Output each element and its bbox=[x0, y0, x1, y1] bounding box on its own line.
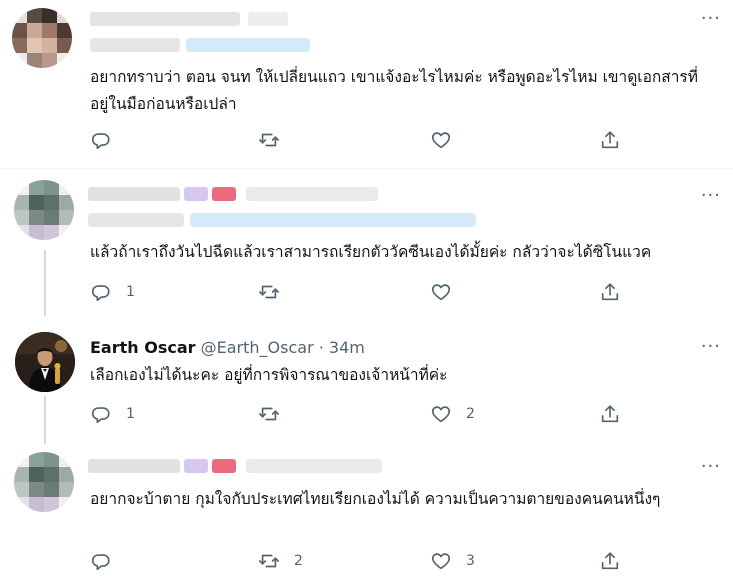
separator-dot: · bbox=[318, 338, 324, 357]
retweet-count: 2 bbox=[294, 553, 303, 569]
tweet-actions: 1 bbox=[90, 280, 630, 304]
blurred-emoji bbox=[212, 187, 236, 201]
reply-count: 1 bbox=[126, 284, 135, 300]
reply-button[interactable] bbox=[90, 128, 126, 152]
blurred-username bbox=[88, 187, 180, 201]
like-icon bbox=[431, 132, 451, 149]
retweet-button[interactable] bbox=[258, 402, 294, 426]
reply-icon bbox=[91, 407, 110, 424]
blurred-reply-to bbox=[90, 38, 180, 52]
reply-count: 1 bbox=[126, 406, 135, 422]
blurred-handle bbox=[246, 187, 378, 201]
like-button[interactable]: 3 bbox=[430, 549, 475, 573]
like-count: 3 bbox=[466, 553, 475, 569]
retweet-button[interactable] bbox=[258, 128, 294, 152]
like-button[interactable] bbox=[430, 280, 466, 304]
timestamp[interactable]: 34m bbox=[329, 338, 365, 357]
like-icon bbox=[431, 406, 451, 423]
reply-button[interactable] bbox=[90, 549, 126, 573]
tweet-actions: 1 2 bbox=[90, 402, 630, 426]
like-button[interactable] bbox=[430, 128, 466, 152]
blurred-emoji bbox=[212, 459, 236, 473]
share-icon bbox=[601, 405, 619, 423]
blurred-emoji bbox=[184, 459, 208, 473]
retweet-icon bbox=[259, 407, 279, 421]
share-button[interactable] bbox=[599, 280, 621, 304]
tweet-header: Earth Oscar @Earth_Oscar · 34m bbox=[90, 338, 365, 357]
more-icon[interactable]: ··· bbox=[701, 185, 721, 206]
reply-icon bbox=[91, 285, 110, 302]
blurred-reply-link bbox=[190, 213, 476, 227]
retweet-button[interactable] bbox=[258, 280, 294, 304]
tweet-text: อยากทราบว่า ตอน จนท ให้เปลี่ยนแถว เขาแจ้… bbox=[90, 68, 698, 113]
retweet-button[interactable]: 2 bbox=[258, 549, 303, 573]
tweet-text: เลือกเองไม่ได้นะคะ อยู่ที่การพิจารณาของเ… bbox=[90, 366, 448, 384]
avatar[interactable] bbox=[15, 332, 75, 392]
avatar-blurred[interactable] bbox=[12, 8, 72, 68]
like-count: 2 bbox=[466, 406, 475, 422]
share-icon bbox=[601, 552, 619, 570]
avatar-blurred[interactable] bbox=[14, 180, 74, 240]
share-icon bbox=[601, 131, 619, 149]
blurred-username bbox=[90, 12, 240, 26]
tweet-text: อยากจะบ้าตาย กุมใจกับประเทศไทยเรียกเองไม… bbox=[90, 490, 661, 508]
reply-icon bbox=[91, 554, 110, 571]
tweet-actions: 2 3 bbox=[90, 549, 630, 573]
blurred-reply-link bbox=[186, 38, 310, 52]
display-name[interactable]: Earth Oscar bbox=[90, 338, 196, 357]
tweet-text: แล้วถ้าเราถึงวันไปฉีดแล้วเราสามารถเรียกต… bbox=[90, 243, 652, 261]
tweet-actions bbox=[90, 128, 630, 152]
user-handle[interactable]: @Earth_Oscar bbox=[201, 338, 314, 357]
blurred-reply-to bbox=[88, 213, 184, 227]
tweet-2[interactable]: ··· แล้วถ้าเราถึงวันไปฉีดแล้วเราสามารถเร… bbox=[0, 169, 733, 316]
blurred-username bbox=[88, 459, 180, 473]
blurred-handle bbox=[246, 459, 382, 473]
share-icon bbox=[601, 283, 619, 301]
retweet-icon bbox=[259, 554, 279, 568]
avatar-blurred[interactable] bbox=[14, 452, 74, 512]
like-icon bbox=[431, 553, 451, 570]
more-icon[interactable]: ··· bbox=[701, 456, 721, 477]
more-icon[interactable]: ··· bbox=[701, 8, 721, 29]
avatar-photo bbox=[15, 332, 75, 392]
retweet-icon bbox=[259, 285, 279, 299]
retweet-icon bbox=[259, 133, 279, 147]
reply-button[interactable]: 1 bbox=[90, 402, 135, 426]
share-button[interactable] bbox=[599, 549, 621, 573]
share-button[interactable] bbox=[599, 402, 621, 426]
like-icon bbox=[431, 284, 451, 301]
more-icon[interactable]: ··· bbox=[701, 336, 721, 357]
reply-button[interactable]: 1 bbox=[90, 280, 135, 304]
tweet-3[interactable]: Earth Oscar @Earth_Oscar · 34m ··· เลือก… bbox=[0, 316, 733, 444]
tweet-1[interactable]: ··· อยากทราบว่า ตอน จนท ให้เปลี่ยนแถว เข… bbox=[0, 0, 733, 168]
like-button[interactable]: 2 bbox=[430, 402, 475, 426]
tweet-4[interactable]: ··· อยากจะบ้าตาย กุมใจกับประเทศไทยเรียกเ… bbox=[0, 444, 733, 582]
blurred-handle bbox=[248, 12, 288, 26]
blurred-emoji bbox=[184, 187, 208, 201]
share-button[interactable] bbox=[599, 128, 621, 152]
reply-icon bbox=[91, 133, 110, 150]
